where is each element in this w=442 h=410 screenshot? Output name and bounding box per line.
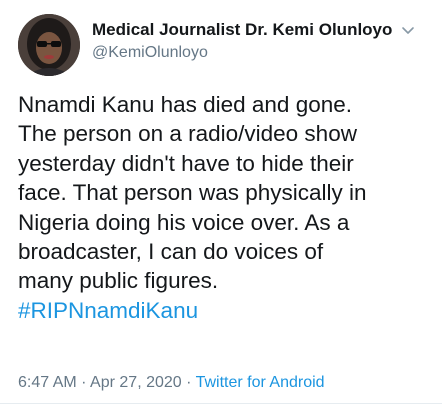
author-display-name[interactable]: Medical Journalist Dr. Kemi Olunloyo: [92, 20, 392, 40]
chevron-down-icon[interactable]: [398, 20, 418, 40]
meta-separator: ·: [181, 374, 196, 391]
tweet-text-line: The person on a radio/video show: [18, 121, 357, 147]
tweet-text-line: Nigeria doing his voice over. As a: [18, 209, 350, 235]
tweet-text-line: yesterday didn't have to hide their: [18, 150, 354, 176]
profile-photo-icon: [18, 14, 80, 76]
tweet-text-line: face. That person was physically in: [18, 180, 367, 206]
tweet-time[interactable]: 6:47 AM: [18, 374, 77, 391]
tweet-text: Nnamdi Kanu has died and gone. The perso…: [18, 90, 438, 325]
tweet-source[interactable]: Twitter for Android: [196, 374, 325, 391]
tweet-date[interactable]: Apr 27, 2020: [90, 374, 182, 391]
divider: [0, 403, 442, 404]
avatar[interactable]: [18, 14, 80, 76]
hashtag-link[interactable]: #RIPNnamdiKanu: [18, 296, 438, 325]
tweet-text-line: broadcaster, I can do voices of: [18, 239, 324, 265]
tweet-text-line: many public figures.: [18, 268, 219, 294]
author-handle[interactable]: @KemiOlunloyo: [92, 44, 208, 62]
tweet-meta: 6:47 AM · Apr 27, 2020 · Twitter for And…: [18, 374, 325, 392]
meta-separator: ·: [76, 374, 91, 391]
tweet-text-line: Nnamdi Kanu has died and gone.: [18, 92, 352, 117]
tweet-card: Medical Journalist Dr. Kemi Olunloyo @Ke…: [0, 0, 442, 410]
